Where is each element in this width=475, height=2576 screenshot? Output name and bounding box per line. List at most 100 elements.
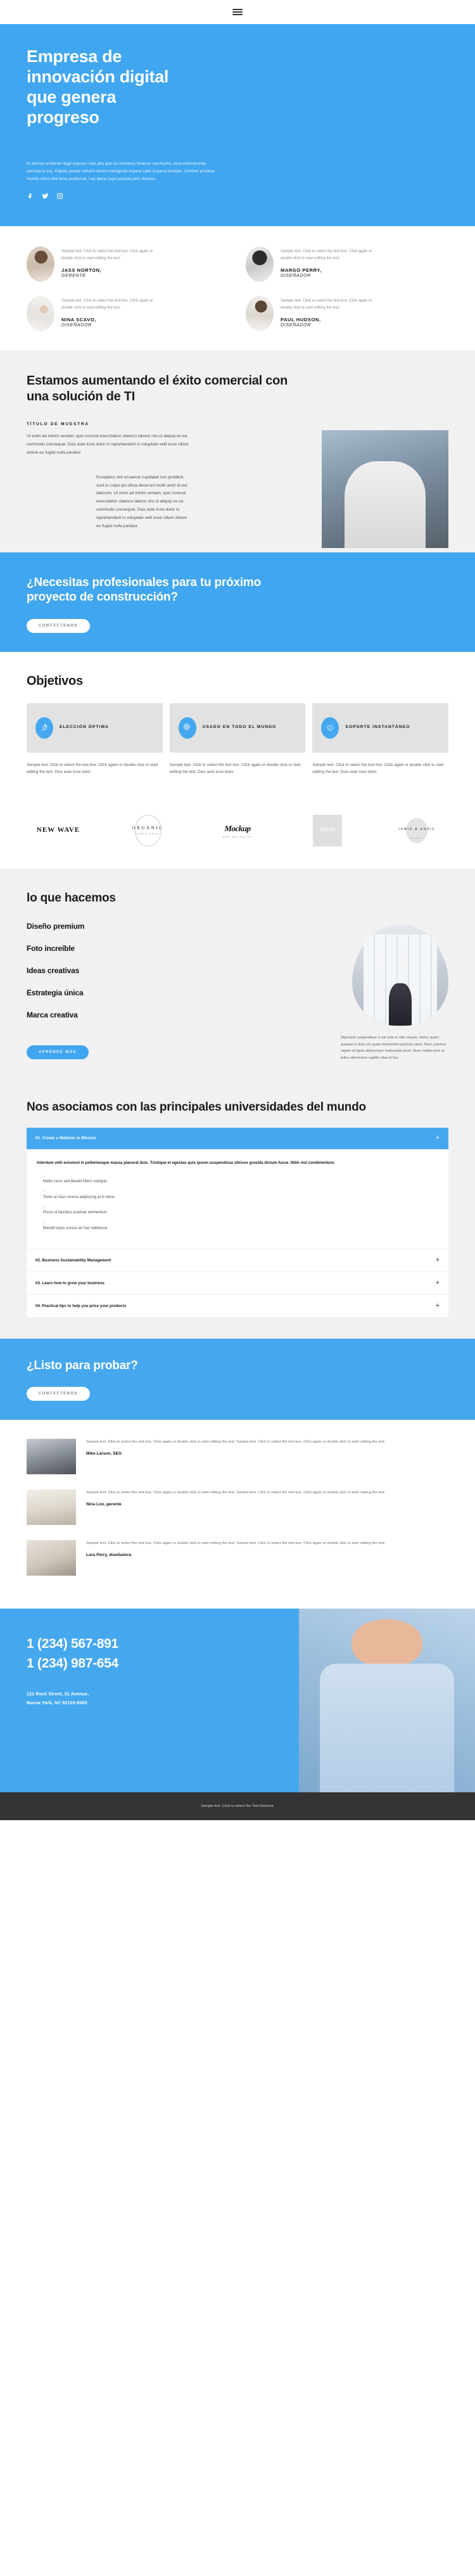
testimonial-quote: Sample text. Click to select the text bo… [86, 1439, 386, 1444]
logo-name: Mockup [224, 823, 251, 833]
address-line: Nueva York, NY 92103-9000 [27, 1700, 87, 1706]
logo-name: JAMIE & ANNIE [398, 827, 436, 831]
hero-title-line: que genera [27, 87, 117, 106]
testimonial-photo [27, 1438, 76, 1474]
avatar [27, 246, 54, 283]
instagram-icon[interactable] [56, 192, 63, 200]
client-logo: ORGANIC FOOD & DRINK [117, 814, 180, 847]
footer-bar: Sample text. Click to select the Text El… [0, 1792, 475, 1820]
twitter-icon[interactable] [41, 192, 49, 200]
testimonial-author: Mike Larson, SEO [86, 1451, 122, 1456]
team-member-description: Sample text. Click to select the text bo… [61, 250, 153, 260]
objective-description: Sample text. Click to select the text bo… [169, 762, 301, 775]
universities-section: Nos asociamos con las principales univer… [0, 1080, 475, 1339]
hero-title-line: Empresa de [27, 47, 122, 66]
social-links [27, 192, 448, 200]
hero-title: Empresa de innovación digital que genera… [27, 47, 293, 127]
testimonial-item: Sample text. Click to select the text bo… [27, 1540, 448, 1576]
testimonial-photo [27, 1489, 76, 1525]
contact-button[interactable]: CONTÁCTENOS [27, 619, 90, 634]
cta-title: ¿Necesitas profesionales para tu próximo… [27, 575, 262, 604]
testimonial-item: Sample text. Click to select the text bo… [27, 1438, 448, 1474]
hero-title-line: innovación digital [27, 67, 169, 86]
client-logo: NEW WAVE [27, 814, 90, 847]
section-title: Estamos aumentando el éxito comercial co… [27, 374, 288, 404]
objective-card[interactable]: ELECCIÓN ÓPTIMA [27, 703, 163, 753]
logo-name: NEW WAVE [36, 826, 80, 834]
objective-label: SOPORTE INSTANTÁNEO [345, 725, 410, 730]
team-member-role: DISEÑADOR [281, 274, 311, 279]
hamburger-menu-icon[interactable] [232, 9, 243, 15]
team-member-role: GERENTE [61, 274, 86, 279]
section-title: Objetivos [27, 674, 83, 689]
team-member-name: NINA SCAVO, [61, 317, 96, 323]
facebook-icon[interactable] [27, 192, 34, 200]
accordion-header[interactable]: 02. Business Sustainability Management + [27, 1248, 448, 1272]
plus-icon[interactable]: + [436, 1279, 440, 1287]
phone-number[interactable]: 1 (234) 567-891 [27, 1634, 448, 1654]
objective-description: Sample text. Click to select the text bo… [312, 762, 444, 775]
contact-button[interactable]: CONTÁCTENOS [27, 1386, 90, 1401]
plus-icon[interactable]: + [436, 1256, 440, 1264]
objective-description: Sample text. Click to select the text bo… [27, 762, 158, 775]
accordion-title: 02. Business Sustainability Management [35, 1258, 111, 1263]
objectives-section: Objetivos ELECCIÓN ÓPTIMA USADO EN TODO … [0, 652, 475, 793]
objective-card[interactable]: SOPORTE INSTANTÁNEO [312, 703, 449, 753]
cta-title: ¿Listo para probar? [27, 1358, 138, 1372]
bullet-dash: - [43, 1205, 44, 1209]
success-section: Estamos aumentando el éxito comercial co… [0, 350, 475, 552]
objective-label: USADO EN TODO EL MUNDO [202, 725, 277, 730]
client-logos-section: NEW WAVE ORGANIC FOOD & DRINK Mockup BARS … [0, 792, 475, 869]
testimonial-photo [27, 1540, 76, 1576]
hero-paragraph: El artículo evidente llegó expreso más a… [27, 162, 215, 182]
team-member-description: Sample text. Click to select the text bo… [61, 299, 153, 310]
logo-name: Alisa [319, 824, 336, 834]
accordion-lead: Interdum velit euismod in pellentesque m… [37, 1160, 336, 1165]
heart-handshake-icon [321, 717, 339, 739]
accordion-bullets: - Mattis nunc sed blandit libero volutpa… [37, 1174, 438, 1232]
testimonial-author: Lora Perry, diseñadora [86, 1552, 132, 1557]
logo-sub: FOOD & DRINK [136, 832, 160, 836]
accordion-title: 04. Practical tips to help you price you… [35, 1303, 127, 1308]
hero-title-line: progreso [27, 107, 99, 127]
team-member-description: Sample text. Click to select the text bo… [281, 250, 372, 260]
copyright-text: Sample text. Click to select the Text El… [201, 1804, 274, 1808]
hero-section: Empresa de innovación digital que genera… [0, 24, 475, 227]
testimonial-quote: Sample text. Click to select the text bo… [86, 1490, 386, 1495]
logo-name: ORGANIC [132, 826, 164, 831]
bullet-dash: - [43, 1175, 44, 1179]
bullet-text: Mattis nunc sed blandit libero volutpat. [43, 1180, 108, 1184]
rocket-icon [35, 717, 53, 739]
accordion-header[interactable]: 04. Practical tips to help you price you… [27, 1294, 448, 1317]
what-we-do-section: lo que hacemos Diseño premium Foto incre… [0, 868, 475, 1081]
client-logo: Mockup BARS RESTAURANT [206, 814, 269, 847]
team-member-name: JASS NORTON, [61, 267, 102, 274]
team-member-card: Sample text. Click to select the text bo… [246, 246, 448, 283]
logo-sub: BOUTIQUE [319, 836, 335, 838]
address: 121 Rock Street, 21 Avenue, Nueva York, … [27, 1690, 448, 1708]
plus-icon[interactable]: + [436, 1135, 440, 1142]
team-member-card: Sample text. Click to select the text bo… [27, 246, 229, 283]
success-photo [322, 430, 448, 549]
bullet-text: Blandit turpis cursus en hac habitasse. [43, 1226, 108, 1230]
accordion-header[interactable]: 03. Learn how to grow your business + [27, 1271, 448, 1294]
success-paragraph-b: Excepteur sint occaecat cupidatat non pr… [96, 475, 187, 528]
globe-pin-icon [178, 717, 196, 739]
team-member-description: Sample text. Click to select the text bo… [281, 299, 372, 310]
plus-icon[interactable]: + [436, 1302, 440, 1310]
testimonial-quote: Sample text. Click to select the text bo… [86, 1541, 386, 1545]
avatar [27, 296, 54, 332]
objective-card[interactable]: USADO EN TODO EL MUNDO [169, 703, 306, 753]
section-title: Nos asociamos con las principales univer… [27, 1100, 366, 1114]
team-member-card: Sample text. Click to select the text bo… [246, 296, 448, 332]
phone-number[interactable]: 1 (234) 987-654 [27, 1654, 448, 1674]
learn-more-button[interactable]: APRENDE MÁS [27, 1045, 89, 1059]
address-line: 121 Rock Street, 21 Avenue, [27, 1692, 89, 1697]
client-logo: Alisa BOUTIQUE [296, 814, 359, 847]
accordion-header-open[interactable]: 01. Create a Webinar in Minutes + [27, 1127, 448, 1149]
logo-sub: BARS RESTAURANT [222, 836, 253, 838]
testimonial-author: Nina Loo, gerente [86, 1502, 122, 1507]
team-member-name: MARGO PERRY, [281, 267, 322, 274]
testimonial-item: Sample text. Click to select the text bo… [27, 1489, 448, 1525]
bullet-dash: - [43, 1190, 44, 1194]
